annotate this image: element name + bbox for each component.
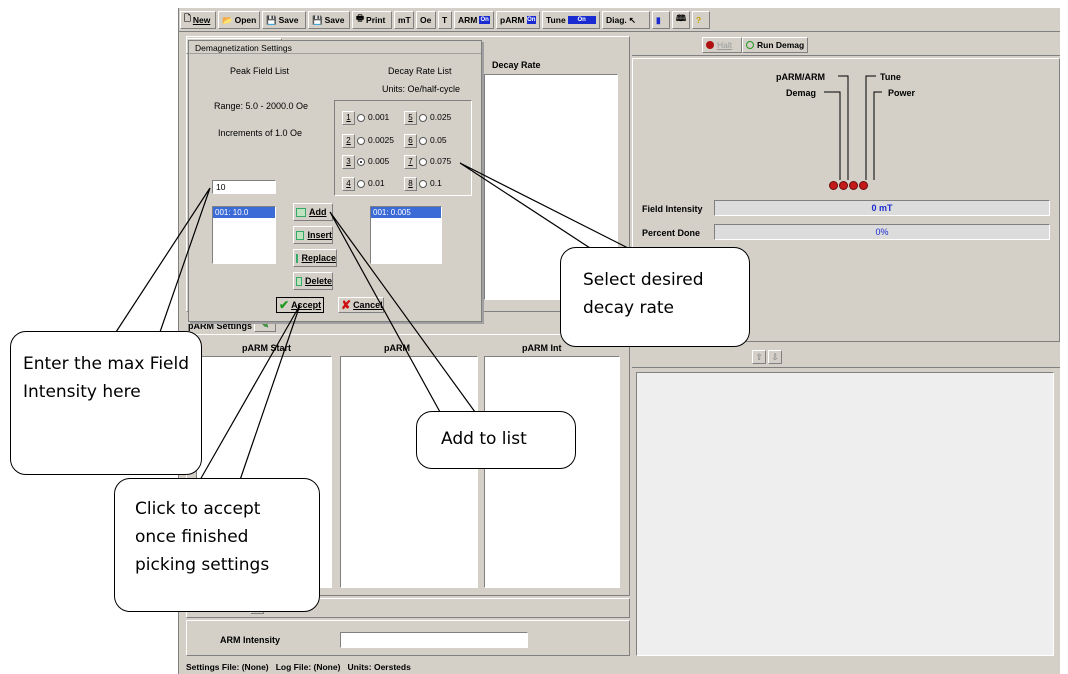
add-to-list-callout: Add to list <box>416 411 576 469</box>
accept-callout: Click to accept once finished picking se… <box>114 478 320 612</box>
decay-rate-callout: Select desired decay rate <box>560 247 750 347</box>
max-field-callout: Enter the max Field Intensity here <box>10 331 202 475</box>
